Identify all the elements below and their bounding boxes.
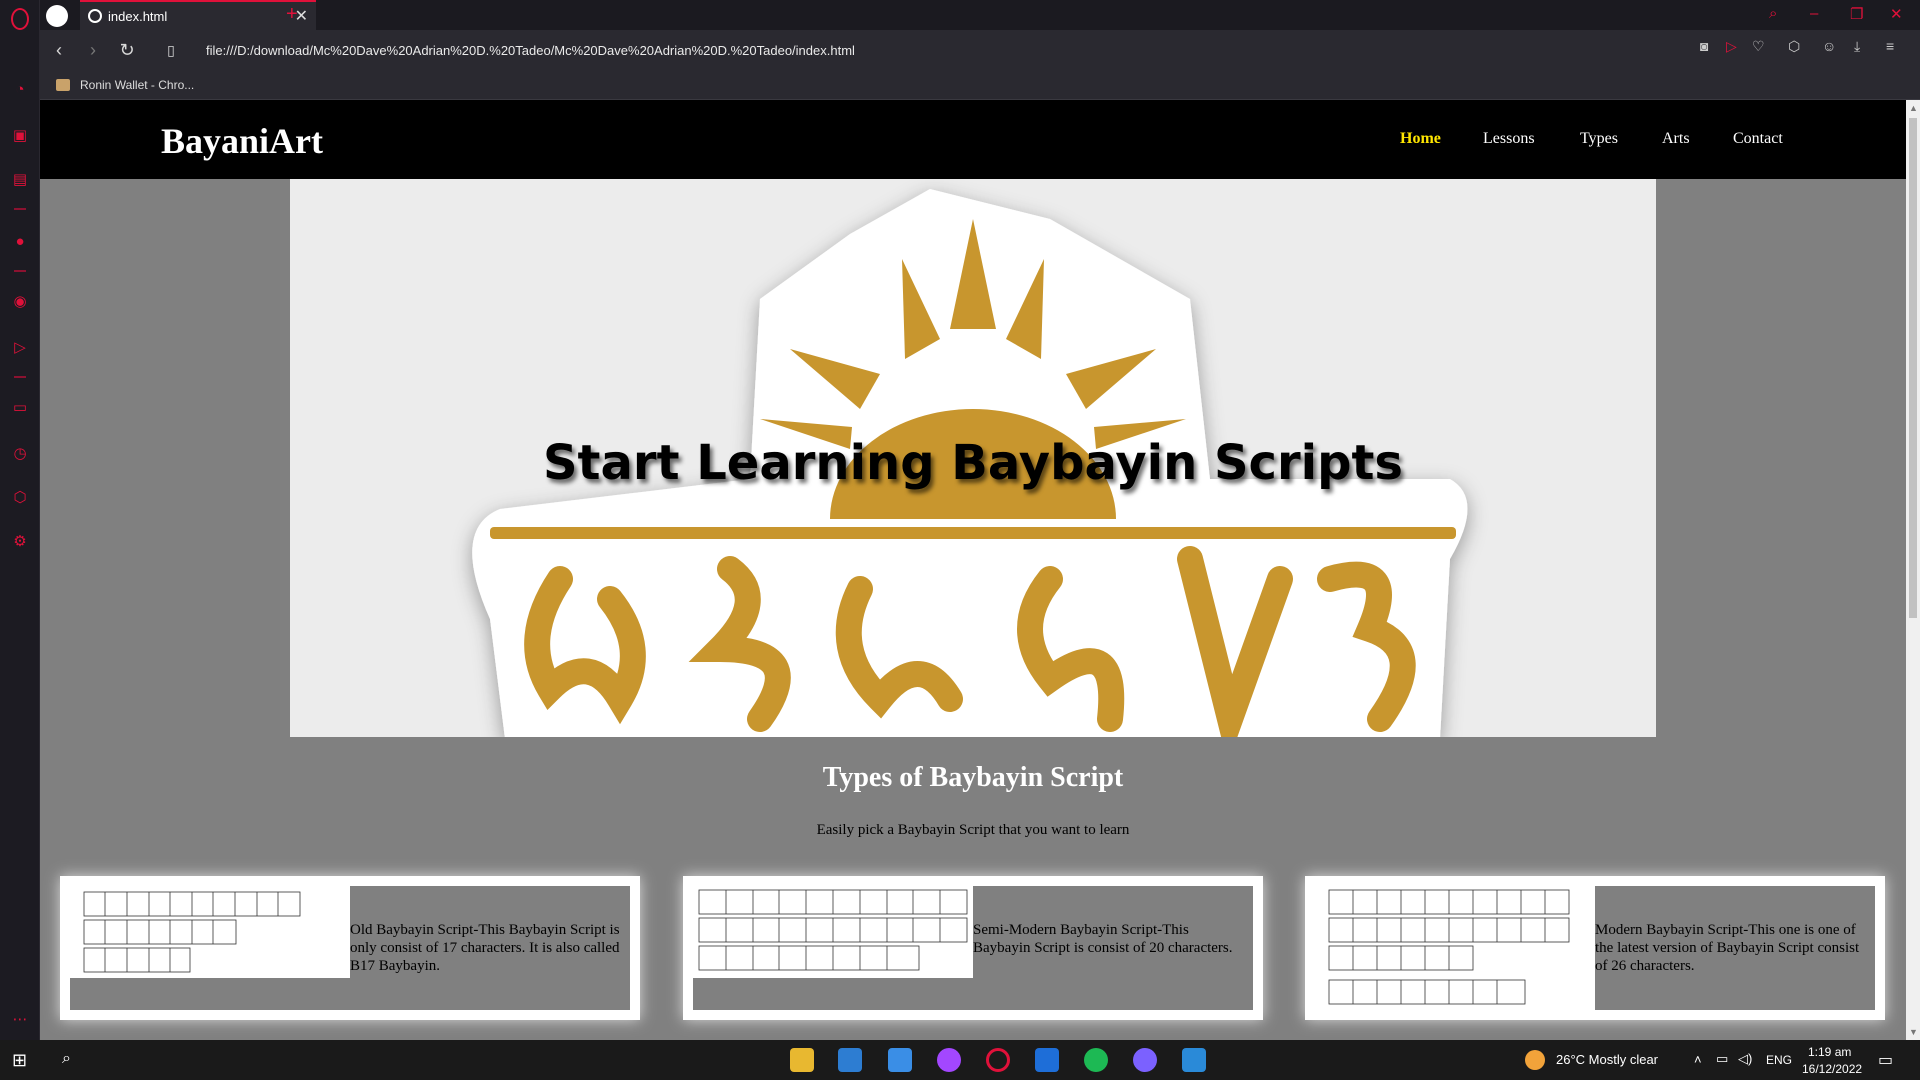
forward-button[interactable]: › xyxy=(78,35,108,65)
address-toolbar: ‹ › ↻ ▯ file:///D:/download/Mc%20Dave%20… xyxy=(40,30,1920,70)
card-description: Modern Baybayin Script-This one is one o… xyxy=(1595,922,1860,974)
windows-start-icon[interactable]: ⊞ xyxy=(12,1050,27,1071)
baybayin-chart-image xyxy=(693,886,973,978)
twitch-icon[interactable]: ▤ xyxy=(9,168,31,190)
back-button[interactable]: ‹ xyxy=(44,35,74,65)
discord-icon[interactable] xyxy=(1133,1048,1157,1072)
site-navbar: BayaniArt Home Lessons Types Arts Contac… xyxy=(40,100,1906,179)
store-icon[interactable] xyxy=(838,1048,862,1072)
hero-title: Start Learning Baybayin Scripts xyxy=(542,435,1403,491)
card-semi-modern-baybayin[interactable]: Semi-Modern Baybayin Script-This Baybayi… xyxy=(683,876,1263,1020)
page-info-icon[interactable]: ▯ xyxy=(156,35,186,65)
search-icon[interactable]: ⌕ xyxy=(62,1050,71,1068)
history-icon[interactable]: ◷ xyxy=(9,442,31,464)
notifications-icon[interactable]: ▭ xyxy=(1878,1050,1893,1070)
scroll-thumb[interactable] xyxy=(1909,118,1917,618)
windows-taskbar: ⊞ ⌕ 26°C Mostly clear ˄ ▭ ◁) ENG 1:19 am… xyxy=(0,1040,1920,1080)
card-description: Semi-Modern Baybayin Script-This Baybayi… xyxy=(973,922,1233,956)
spotify-icon[interactable] xyxy=(1084,1048,1108,1072)
bookmark-favicon-icon xyxy=(56,78,70,91)
tab-title: index.html xyxy=(108,8,168,24)
extensions-icon[interactable]: ⬡ xyxy=(9,486,31,508)
profile-icon[interactable]: ☺ xyxy=(1822,38,1836,54)
opera-logo-icon[interactable] xyxy=(11,8,29,30)
mail-icon[interactable] xyxy=(888,1048,912,1072)
browser-sidebar: ◔ ▣ ▤ ● ◉ ▷ ▭ ◷ ⬡ ⚙ ⋯ xyxy=(0,0,40,1040)
sidebar-divider xyxy=(14,376,26,378)
chat-icon[interactable]: ▭ xyxy=(9,396,31,418)
globe-icon xyxy=(88,9,102,23)
page-scrollbar[interactable]: ▲ ▼ xyxy=(1906,100,1920,1040)
sidebar-divider xyxy=(14,270,26,272)
vscode-icon[interactable] xyxy=(1182,1048,1206,1072)
section-title: Types of Baybayin Script xyxy=(822,762,1124,793)
baybayin-chart-image xyxy=(70,886,350,978)
card-body: Modern Baybayin Script-This one is one o… xyxy=(1315,886,1875,1010)
new-tab-button[interactable]: + xyxy=(286,3,298,26)
nav-contact[interactable]: Contact xyxy=(1733,130,1783,148)
wallet-icon[interactable]: ▣ xyxy=(9,124,31,146)
download-icon[interactable]: ⤓ xyxy=(1854,38,1860,55)
sidebar-divider xyxy=(14,208,26,210)
clock-date[interactable]: 16/12/2022 xyxy=(1802,1062,1862,1076)
nav-arts[interactable]: Arts xyxy=(1662,130,1690,148)
nav-lessons[interactable]: Lessons xyxy=(1483,130,1535,148)
card-description: Old Baybayin Script-This Baybayin Script… xyxy=(350,922,620,974)
tab-strip: index.html ✕ + ⌕ – ❐ ✕ xyxy=(40,0,1920,30)
player-icon[interactable]: ◉ xyxy=(9,290,31,312)
file-explorer-icon[interactable] xyxy=(790,1048,814,1072)
card-body: Semi-Modern Baybayin Script-This Baybayi… xyxy=(693,886,1253,1010)
card-modern-baybayin[interactable]: Modern Baybayin Script-This one is one o… xyxy=(1305,876,1885,1020)
send-flow-icon[interactable]: ▷ xyxy=(1726,38,1737,55)
clock-time[interactable]: 1:19 am xyxy=(1808,1045,1851,1059)
scroll-down-icon[interactable]: ▼ xyxy=(1909,1027,1918,1037)
easy-setup-icon[interactable]: ≡ xyxy=(1886,38,1894,54)
reload-button[interactable]: ↻ xyxy=(112,35,142,65)
address-input[interactable]: file:///D:/download/Mc%20Dave%20Adrian%2… xyxy=(206,43,855,58)
bookmark-heart-icon[interactable]: ♡ xyxy=(1752,38,1765,55)
close-window-button[interactable]: ✕ xyxy=(1890,5,1903,23)
more-icon[interactable]: ⋯ xyxy=(9,1008,31,1030)
volume-icon[interactable]: ◁) xyxy=(1738,1051,1752,1067)
tray-chevron-icon[interactable]: ˄ xyxy=(1694,1052,1702,1067)
restore-button[interactable]: ❐ xyxy=(1850,5,1863,23)
language-indicator[interactable]: ENG xyxy=(1766,1053,1792,1067)
baybayin-chart-image xyxy=(1315,886,1595,1010)
bookmark-ronin-wallet[interactable]: Ronin Wallet - Chro... xyxy=(80,78,194,92)
messenger-icon[interactable]: ● xyxy=(9,230,31,252)
search-tabs-icon[interactable]: ⌕ xyxy=(1769,5,1777,22)
opera-taskbar-icon[interactable] xyxy=(986,1048,1010,1072)
card-old-baybayin[interactable]: Old Baybayin Script-This Baybayin Script… xyxy=(60,876,640,1020)
bookmarks-bar: Ronin Wallet - Chro... xyxy=(40,70,1920,100)
weather-icon xyxy=(1525,1050,1545,1070)
word-icon[interactable] xyxy=(1035,1048,1059,1072)
scroll-up-icon[interactable]: ▲ xyxy=(1909,103,1918,113)
weather-text[interactable]: 26°C Mostly clear xyxy=(1556,1052,1658,1067)
messenger-app-icon[interactable] xyxy=(937,1048,961,1072)
nav-home[interactable]: Home xyxy=(1400,130,1441,148)
page-viewport: BayaniArt Home Lessons Types Arts Contac… xyxy=(40,100,1906,1040)
hero-banner: Start Learning Baybayin Scripts xyxy=(290,179,1656,737)
workspace-icon[interactable] xyxy=(46,5,68,27)
section-subtitle: Easily pick a Baybayin Script that you w… xyxy=(816,822,1130,838)
send-icon[interactable]: ▷ xyxy=(9,336,31,358)
snapshot-icon[interactable]: ◙ xyxy=(1700,38,1708,54)
speed-dial-icon[interactable]: ◔ xyxy=(9,78,31,100)
network-icon[interactable]: ▭ xyxy=(1716,1051,1728,1067)
site-logo[interactable]: BayaniArt xyxy=(161,120,323,162)
tab-index-html[interactable]: index.html ✕ xyxy=(80,0,316,30)
card-body: Old Baybayin Script-This Baybayin Script… xyxy=(70,886,630,1010)
nav-types[interactable]: Types xyxy=(1580,130,1618,148)
minimize-button[interactable]: – xyxy=(1810,5,1818,22)
extensions-cube-icon[interactable]: ⬡ xyxy=(1788,38,1800,55)
settings-icon[interactable]: ⚙ xyxy=(9,530,31,552)
